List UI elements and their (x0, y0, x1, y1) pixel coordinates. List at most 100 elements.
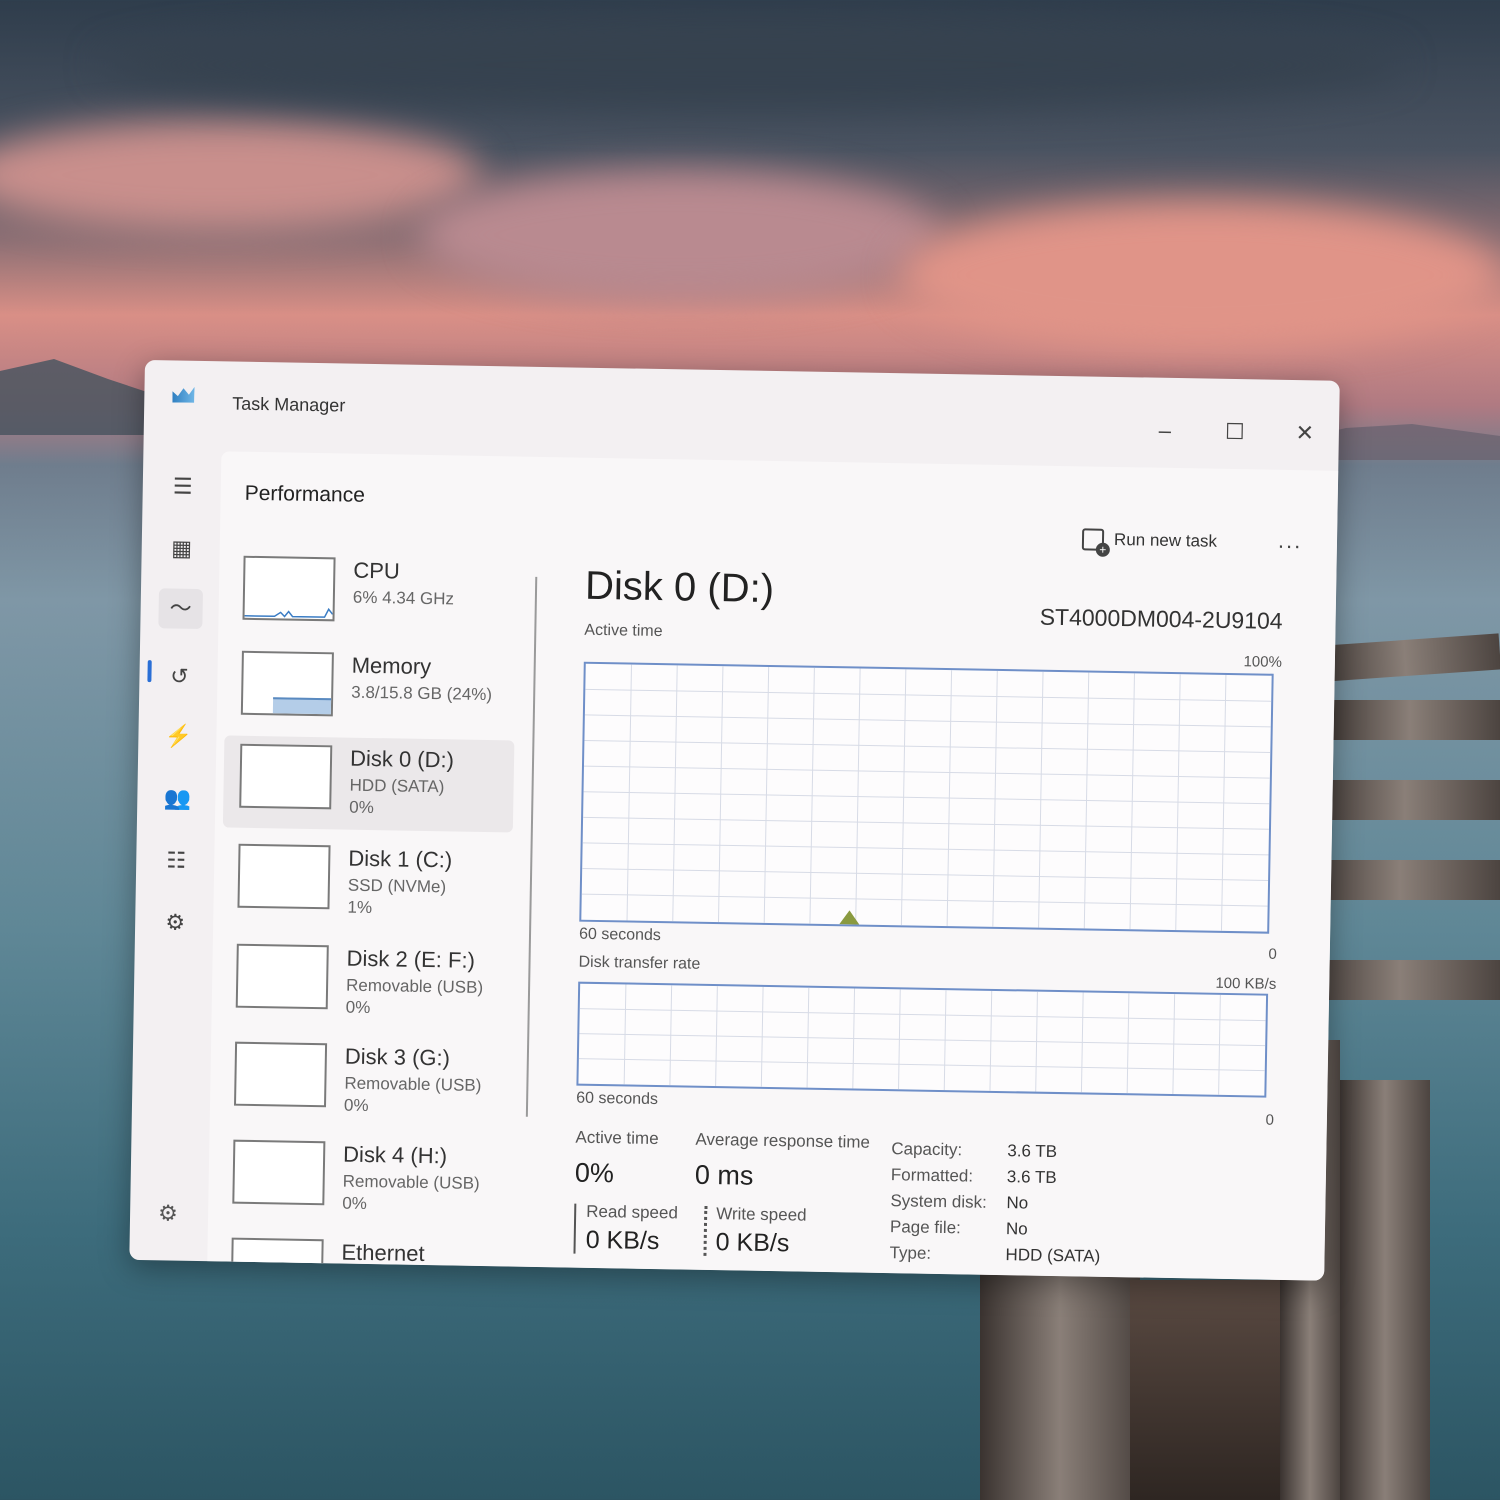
info-value-formatted: 3.6 TB (1006, 1167, 1057, 1188)
resource-usage: 1% (347, 897, 373, 918)
grid-line (578, 1058, 1265, 1072)
disk-thumbnail-graph (239, 743, 333, 810)
info-value-system-disk: No (1006, 1193, 1029, 1213)
resource-item-disk-3[interactable]: Disk 3 (G:) Removable (USB) 0% (218, 1033, 510, 1130)
resource-detail: SSD (NVMe) (347, 875, 447, 897)
resource-item-cpu[interactable]: CPU 6% 4.34 GHz (226, 547, 518, 644)
read-speed-divider (573, 1203, 577, 1254)
info-key-type: Type: (889, 1243, 932, 1263)
app-history-icon[interactable]: ↺ (163, 660, 196, 693)
more-options-button[interactable]: ... (1278, 528, 1303, 554)
resource-usage: 0% (342, 1193, 368, 1213)
disk-thumbnail-graph (235, 943, 329, 1010)
info-key-capacity: Capacity: (891, 1139, 963, 1160)
transfer-rate-grid (578, 984, 1266, 1095)
resource-item-disk-1[interactable]: Disk 1 (C:) SSD (NVMe) 1% (221, 835, 513, 932)
task-manager-logo-icon (172, 386, 194, 402)
read-speed-value: 0 KB/s (585, 1225, 660, 1256)
scrollbar[interactable] (525, 576, 538, 1117)
info-value-page-file: No (1005, 1219, 1028, 1239)
performance-panel: Performance Run new task ... CPU 6% 4.34… (207, 451, 1339, 1281)
grid-line (582, 842, 1269, 856)
resource-list: CPU 6% 4.34 GHz Memory 3.8/15.8 GB (24%)… (215, 547, 518, 1281)
resource-item-disk-0[interactable]: Disk 0 (D:) HDD (SATA) 0% (222, 735, 515, 833)
read-speed-label: Read speed (586, 1201, 679, 1223)
memory-thumbnail-graph (240, 650, 334, 717)
active-nav-indicator (147, 660, 152, 683)
resource-name: Disk 2 (E: F:) (346, 945, 476, 973)
processes-icon[interactable]: ▦ (165, 532, 198, 565)
resource-detail: Removable (USB) (342, 1171, 480, 1193)
resource-detail: HDD (SATA) (349, 775, 445, 797)
info-value-type: HDD (SATA) (1005, 1245, 1101, 1266)
transfer-graph-max: 100 KB/s (1215, 974, 1277, 993)
grid-line (584, 714, 1271, 728)
grid-line (582, 868, 1269, 881)
grid-line (579, 1008, 1266, 1022)
transfer-rate-graph (576, 981, 1269, 1098)
cpu-thumbnail-line (244, 607, 334, 618)
resource-item-disk-4[interactable]: Disk 4 (H:) Removable (USB) 0% (216, 1131, 508, 1228)
run-new-task-icon (1081, 528, 1105, 551)
write-speed-value: 0 KB/s (715, 1228, 790, 1258)
resource-item-memory[interactable]: Memory 3.8/15.8 GB (24%) (224, 642, 516, 739)
run-new-task-label: Run new task (1113, 529, 1218, 551)
info-key-formatted: Formatted: (890, 1165, 974, 1186)
resource-detail: 6% 4.34 GHz (352, 587, 455, 609)
maximize-icon[interactable]: ☐ (1222, 419, 1248, 445)
grid-line (585, 688, 1272, 702)
cpu-thumbnail-graph (242, 555, 336, 622)
info-key-page-file: Page file: (889, 1217, 962, 1238)
services-icon[interactable]: ⚙ (159, 906, 192, 939)
startup-apps-icon[interactable]: ⚡ (162, 720, 195, 753)
transfer-graph-min: 0 (1265, 1111, 1275, 1129)
pier-plank (1130, 1280, 1280, 1500)
users-icon[interactable]: 👥 (161, 782, 194, 815)
nav-rail: ☰ ▦ 〜 ↺ ⚡ 👥 ☷ ⚙ (129, 420, 222, 1261)
disk-thumbnail-graph (237, 843, 331, 910)
page-title: Performance (244, 481, 366, 507)
close-icon[interactable]: ✕ (1292, 420, 1318, 446)
info-value-capacity: 3.6 TB (1007, 1141, 1058, 1162)
memory-usage-fill (272, 697, 332, 715)
pier-plank (980, 1270, 1140, 1500)
resource-usage: 0% (343, 1095, 369, 1116)
active-time-grid (581, 664, 1272, 931)
write-speed-divider (703, 1205, 708, 1256)
performance-icon[interactable]: 〜 (158, 588, 204, 630)
disk-title: Disk 0 (D:) (584, 563, 775, 612)
resource-usage: 0% (345, 997, 371, 1018)
avg-response-stat-value: 0 ms (694, 1159, 754, 1191)
resource-detail: Removable (USB) (345, 975, 484, 997)
transfer-graph-label: Disk transfer rate (578, 953, 701, 973)
resource-name: Memory (351, 652, 432, 680)
activity-marker (839, 910, 860, 925)
cloud (900, 200, 1500, 350)
grid-line (583, 791, 1270, 805)
resource-detail: 3.8/15.8 GB (24%) (351, 682, 493, 705)
run-new-task-button[interactable]: Run new task (1081, 524, 1218, 556)
minimize-icon[interactable]: – (1152, 418, 1178, 444)
active-time-graph-min: 0 (1268, 945, 1277, 963)
details-icon[interactable]: ☷ (160, 844, 193, 877)
write-speed-label: Write speed (716, 1204, 807, 1225)
resource-name: Disk 3 (G:) (344, 1043, 451, 1071)
active-time-graph (579, 661, 1274, 934)
resource-name: Disk 4 (H:) (342, 1141, 448, 1169)
resource-detail: Removable (USB) (344, 1073, 482, 1095)
title-bar[interactable]: Task Manager – ☐ ✕ (144, 360, 1340, 445)
avg-response-stat-label: Average response time (695, 1129, 871, 1152)
cloud (100, 20, 1400, 110)
resource-usage: 0% (349, 797, 374, 818)
active-time-graph-max: 100% (1243, 653, 1283, 671)
grid-line (579, 1033, 1266, 1047)
hamburger-menu-icon[interactable]: ☰ (167, 470, 200, 503)
info-key-system-disk: System disk: (890, 1191, 987, 1212)
settings-icon[interactable]: ⚙ (158, 1200, 178, 1226)
resource-item-ethernet[interactable]: Ethernet (214, 1229, 506, 1281)
grid-line (583, 816, 1269, 830)
cloud (0, 120, 480, 230)
resource-item-disk-2[interactable]: Disk 2 (E: F:) Removable (USB) 0% (219, 935, 511, 1032)
pier-plank (1300, 960, 1500, 1000)
pier-plank (1310, 780, 1500, 820)
